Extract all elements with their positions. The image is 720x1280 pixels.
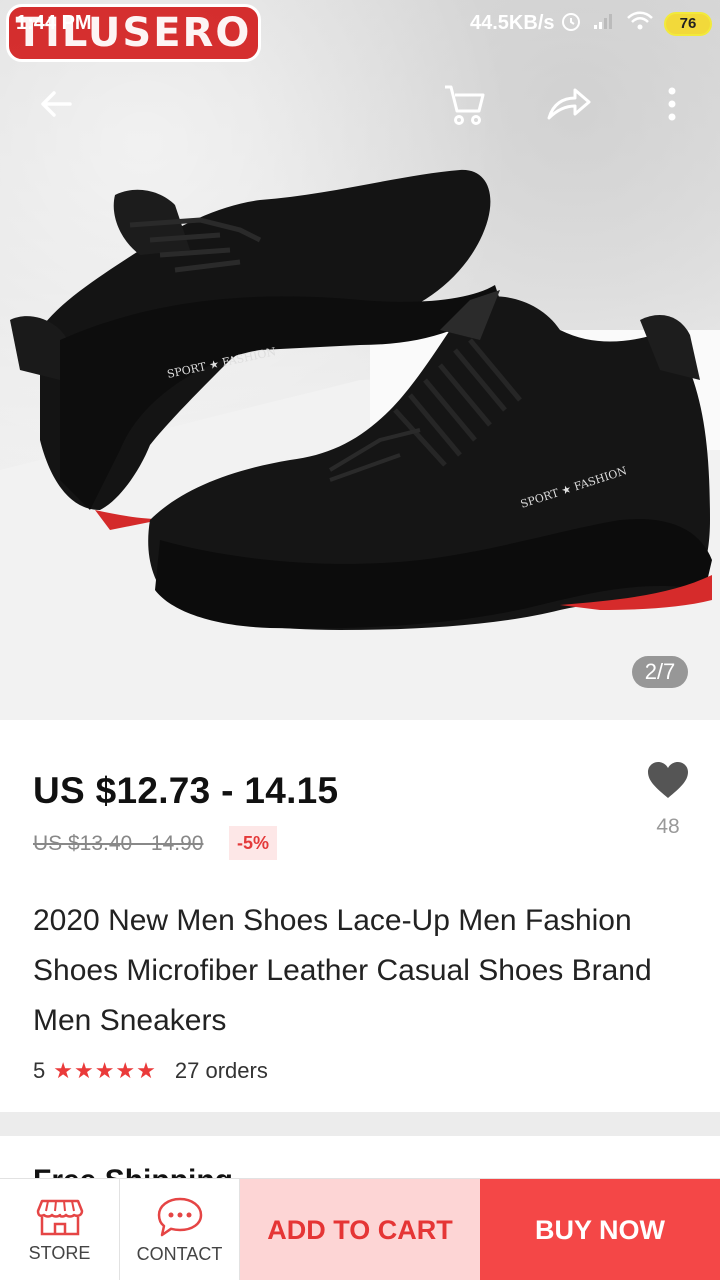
share-button[interactable] <box>544 80 592 128</box>
contact-button[interactable]: CONTACT <box>120 1179 240 1280</box>
original-price: US $13.40 - 14.90 <box>33 832 204 855</box>
more-vertical-icon <box>668 87 676 121</box>
status-bar: TILUSERO 1:44 PM 44.5KB/s 76 <box>0 0 720 62</box>
more-button[interactable] <box>648 80 696 128</box>
product-info-card: US $12.73 - 14.15 US $13.40 - 14.90 -5% … <box>0 720 720 1112</box>
rating-value: 5 <box>33 1058 46 1083</box>
store-icon <box>36 1199 83 1235</box>
battery-indicator: 76 <box>664 12 712 36</box>
image-counter: 2/7 <box>632 656 688 688</box>
add-to-cart-button[interactable]: ADD TO CART <box>240 1179 480 1280</box>
cart-icon <box>445 85 485 125</box>
back-button[interactable] <box>32 80 80 128</box>
product-detail-screen: SPORT ★ FASHION SPORT ★ FASHION TILUSERO… <box>0 0 720 1280</box>
alarm-icon <box>560 10 582 38</box>
arrow-left-icon <box>41 91 72 117</box>
cart-button[interactable] <box>440 80 488 128</box>
product-image-gallery[interactable]: SPORT ★ FASHION SPORT ★ FASHION TILUSERO… <box>0 0 720 720</box>
network-speed: 44.5KB/s <box>470 12 555 34</box>
chat-icon <box>157 1197 202 1236</box>
contact-label: CONTACT <box>136 1243 223 1264</box>
store-label: STORE <box>28 1242 91 1263</box>
product-price: US $12.73 - 14.15 <box>33 770 339 811</box>
wishlist-button[interactable]: 48 <box>640 760 696 839</box>
store-button[interactable]: STORE <box>0 1179 120 1280</box>
share-icon <box>547 88 591 120</box>
heart-icon <box>648 762 688 798</box>
bottom-action-bar: STORE CONTACT ADD TO CART BUY NOW <box>0 1178 720 1280</box>
wishlist-count: 48 <box>656 815 680 838</box>
signal-icon <box>592 11 616 37</box>
orders-count: 27 orders <box>174 1058 268 1083</box>
rating-row[interactable]: 5 ★★★★★ 27 orders <box>33 1058 268 1084</box>
product-title: 2020 New Men Shoes Lace-Up Men Fashion S… <box>33 904 652 1037</box>
discount-badge: -5% <box>229 826 278 860</box>
top-action-bar <box>0 72 720 136</box>
buy-now-button[interactable]: BUY NOW <box>480 1179 720 1280</box>
rating-stars: ★★★★★ <box>53 1058 157 1083</box>
status-time: 1:44 PM <box>16 12 92 34</box>
status-icons: 76 <box>560 10 712 38</box>
wifi-icon <box>626 10 654 38</box>
